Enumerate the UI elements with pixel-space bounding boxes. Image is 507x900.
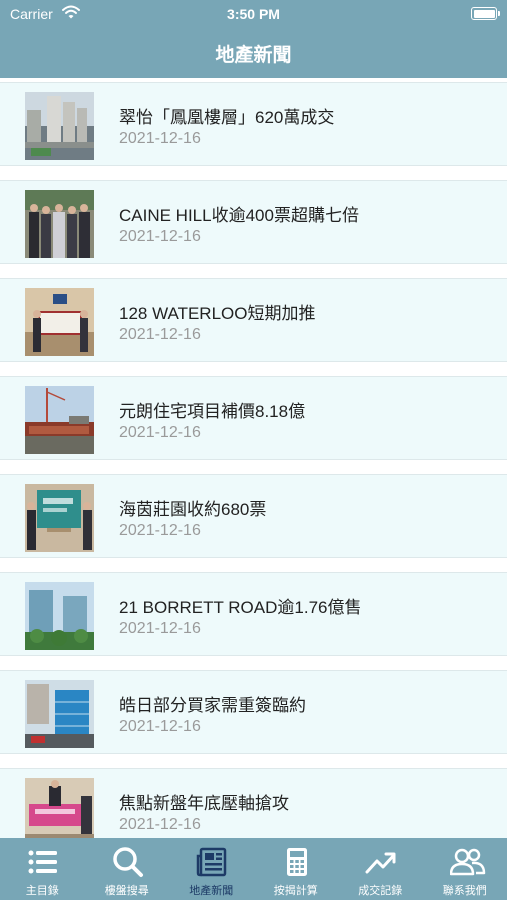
tab-property-search[interactable]: 樓盤搜尋: [85, 838, 170, 900]
news-title: 128 WATERLOO短期加推: [119, 304, 316, 323]
tab-label: 聯系我們: [442, 885, 487, 897]
news-list[interactable]: 翠怡「鳳凰樓層」620萬成交 2021-12-16 CAINE HILL收逾40…: [0, 78, 507, 838]
news-item[interactable]: 翠怡「鳳凰樓層」620萬成交 2021-12-16: [0, 82, 507, 166]
tab-transaction-records[interactable]: 成交記錄: [338, 838, 423, 900]
news-thumbnail: [25, 484, 94, 552]
news-date: 2021-12-16: [119, 620, 201, 637]
tab-contact-us[interactable]: 聯系我們: [423, 838, 507, 900]
tab-property-news[interactable]: 地產新聞: [169, 838, 254, 900]
news-date: 2021-12-16: [119, 424, 201, 441]
news-thumbnail: [25, 386, 94, 454]
news-title: 翠怡「鳳凰樓層」620萬成交: [119, 108, 335, 127]
news-date: 2021-12-16: [119, 816, 201, 833]
status-bar: Carrier 3:50 PM: [0, 0, 507, 28]
news-thumbnail: [25, 92, 94, 160]
news-item[interactable]: 焦點新盤年底壓軸搶攻 2021-12-16: [0, 768, 507, 838]
news-thumbnail: [25, 778, 94, 838]
list-icon: [28, 850, 57, 874]
calculator-icon: [286, 848, 307, 876]
news-thumbnail: [25, 288, 94, 356]
news-thumbnail: [25, 190, 94, 258]
tab-mortgage-calculator[interactable]: 按揭計算: [254, 838, 339, 900]
users-icon: [449, 848, 485, 876]
tab-main-menu[interactable]: 主目錄: [0, 838, 85, 900]
news-title: 21 BORRETT ROAD逾1.76億售: [119, 598, 362, 617]
search-icon: [112, 847, 143, 877]
news-item[interactable]: 21 BORRETT ROAD逾1.76億售 2021-12-16: [0, 572, 507, 656]
news-date: 2021-12-16: [119, 228, 201, 245]
nav-bar: 地產新聞: [0, 28, 507, 78]
news-date: 2021-12-16: [119, 718, 201, 735]
status-time: 3:50 PM: [227, 6, 280, 22]
news-thumbnail: [25, 680, 94, 748]
news-title: 元朗住宅項目補價8.18億: [119, 402, 306, 421]
news-title: 海茵莊園收約680票: [119, 500, 267, 519]
news-item[interactable]: CAINE HILL收逾400票超購七倍 2021-12-16: [0, 180, 507, 264]
news-thumbnail: [25, 582, 94, 650]
tab-bar: 主目錄 樓盤搜尋 地產新聞 按揭計算 成交記錄 聯系我們: [0, 838, 507, 900]
trend-up-icon: [365, 852, 396, 874]
tab-label: 地產新聞: [189, 885, 234, 897]
tab-label: 按揭計算: [273, 885, 318, 897]
news-item[interactable]: 海茵莊園收約680票 2021-12-16: [0, 474, 507, 558]
tab-label: 成交記錄: [358, 885, 403, 897]
news-title: 焦點新盤年底壓軸搶攻: [119, 794, 289, 813]
tab-label: 主目錄: [25, 885, 59, 897]
news-date: 2021-12-16: [119, 522, 201, 539]
tab-label: 樓盤搜尋: [104, 885, 149, 897]
news-date: 2021-12-16: [119, 130, 201, 147]
news-date: 2021-12-16: [119, 326, 201, 343]
page-title: 地產新聞: [215, 45, 292, 66]
news-item[interactable]: 皓日部分買家需重簽臨約 2021-12-16: [0, 670, 507, 754]
news-title: 皓日部分買家需重簽臨約: [119, 696, 306, 715]
battery-icon: [471, 7, 500, 20]
news-title: CAINE HILL收逾400票超購七倍: [119, 206, 359, 225]
newspaper-icon: [196, 847, 227, 877]
news-item[interactable]: 128 WATERLOO短期加推 2021-12-16: [0, 278, 507, 362]
news-item[interactable]: 元朗住宅項目補價8.18億 2021-12-16: [0, 376, 507, 460]
